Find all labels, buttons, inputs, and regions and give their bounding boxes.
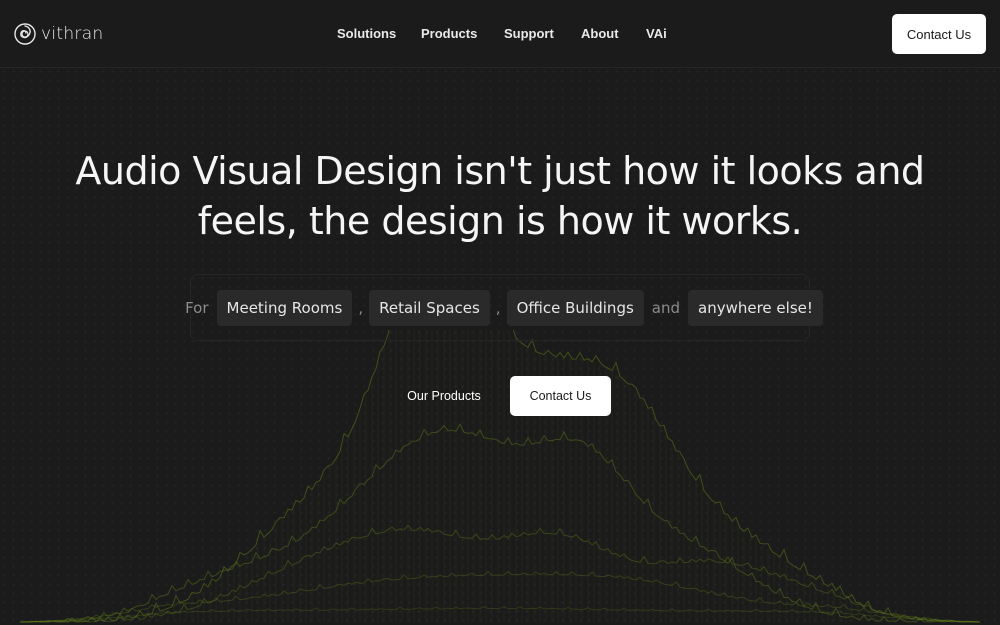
terrain-ridge-line — [19, 605, 981, 623]
chip-office-buildings: Office Buildings — [506, 290, 644, 326]
chip-anywhere-else: anywhere else! — [688, 290, 823, 326]
hero-title-line-2: feels, the design is how it works. — [197, 199, 803, 243]
nav-item-about[interactable]: About — [581, 26, 619, 41]
terrain-ridge-line — [19, 570, 981, 623]
nav-item-support[interactable]: Support — [504, 26, 554, 41]
and-label: and — [651, 299, 681, 317]
nav-item-vai[interactable]: VAi — [646, 26, 667, 41]
audio-waveform-terrain-graphic — [19, 330, 981, 623]
hero-cta-row: Our Products Contact Us — [0, 376, 1000, 416]
chip-separator: , — [358, 299, 364, 317]
terrain-ridge-line — [19, 330, 980, 623]
hero-title-line-1: Audio Visual Design isn't just how it lo… — [75, 149, 925, 193]
chip-meeting-rooms: Meeting Rooms — [216, 290, 353, 326]
site-header: vithran Solutions Products Support About… — [0, 0, 1000, 68]
terrain-ridge-line — [20, 524, 980, 623]
header-contact-button[interactable]: Contact Us — [892, 14, 986, 54]
hero-title: Audio Visual Design isn't just how it lo… — [0, 146, 1000, 246]
chip-retail-spaces: Retail Spaces — [369, 290, 490, 326]
nav-item-solutions[interactable]: Solutions — [337, 26, 396, 41]
use-case-row: For Meeting Rooms , Retail Spaces , Offi… — [0, 290, 1000, 326]
for-label: For — [185, 299, 209, 317]
main-nav: Solutions Products Support About VAi — [0, 26, 1000, 44]
terrain-ridge-line — [20, 423, 981, 623]
chip-separator: , — [495, 299, 501, 317]
our-products-button[interactable]: Our Products — [396, 376, 492, 416]
nav-item-products[interactable]: Products — [421, 26, 477, 41]
hero-contact-button[interactable]: Contact Us — [510, 376, 611, 416]
